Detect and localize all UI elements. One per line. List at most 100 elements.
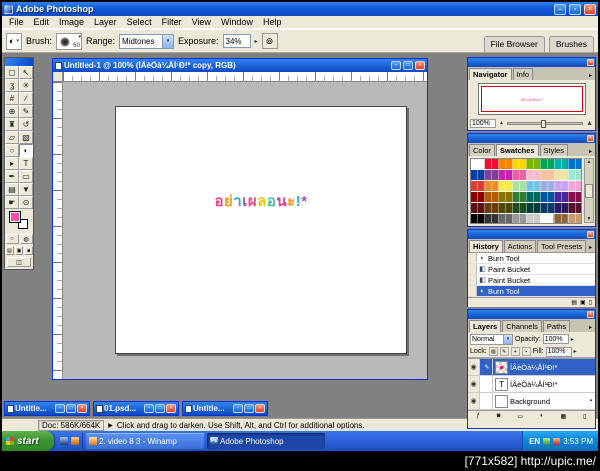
app-titlebar[interactable]: Adobe Photoshop – ▫ × (2, 2, 598, 16)
visibility-eye-icon[interactable]: ◉ (468, 393, 480, 409)
tray-icon[interactable] (553, 437, 561, 445)
pen-tool[interactable]: ✒ (5, 170, 19, 183)
new-layer-button[interactable]: ▦ (561, 413, 567, 420)
tool-preset-picker[interactable]: ◐ ▾ (6, 32, 22, 50)
history-brush-tool[interactable]: ↺ (19, 118, 33, 131)
exposure-input[interactable]: 34% (222, 34, 251, 48)
doc-close-button[interactable]: × (77, 404, 87, 413)
doc-restore-button[interactable]: ▫ (233, 404, 243, 413)
history-item-selected[interactable]: ◐ Burn Tool (468, 286, 595, 297)
type-tool[interactable]: T (19, 157, 33, 170)
history-item[interactable]: ◐ Burn Tool (468, 253, 595, 264)
document-titlebar[interactable]: Untitled-1 @ 100% (ÍÂèÒà¼ÅÍ¹Ð!* copy, RG… (53, 59, 427, 72)
layer-thumbnail[interactable] (495, 394, 508, 408)
navigator-zoom-value[interactable]: 100% (470, 118, 496, 128)
history-source-column[interactable] (468, 286, 477, 296)
menu-file[interactable]: File (4, 17, 29, 27)
new-doc-from-state-button[interactable]: ▤ (571, 299, 577, 306)
opacity-slider-arrow-icon[interactable]: ▸ (571, 336, 574, 343)
history-source-column[interactable] (468, 264, 477, 274)
scrollbar-thumb[interactable] (585, 183, 593, 198)
canvas[interactable]: อย่าเผลอนะ!* (115, 106, 407, 354)
doc-minimize-button[interactable]: – (391, 61, 401, 70)
navigator-preview[interactable]: อย่าเผลอนะ!* (478, 83, 586, 115)
screen-mode-standard-button[interactable]: ▤ (5, 246, 14, 255)
zoom-out-icon[interactable]: ▲ (499, 120, 504, 126)
menu-help[interactable]: Help (258, 17, 287, 27)
close-icon[interactable]: × (587, 135, 594, 142)
burn-tool[interactable]: ◐ (19, 144, 33, 157)
doc-close-button[interactable]: × (415, 61, 425, 70)
doc-maximize-button[interactable]: □ (403, 61, 413, 70)
close-icon[interactable]: × (587, 59, 594, 66)
doc-close-button[interactable]: × (166, 404, 176, 413)
fill-input[interactable]: 100% (545, 346, 572, 357)
layer-row-selected[interactable]: ◉ ✎ ÍÂèÒà¼ÅÍ¹Ð!* (468, 359, 595, 376)
swatch-row[interactable] (471, 203, 581, 214)
lasso-tool[interactable]: ʓ (5, 79, 19, 92)
history-item[interactable]: ◧ Paint Bucket (468, 264, 595, 275)
hand-tool[interactable]: ☛ (5, 196, 19, 209)
palette-titlebar[interactable]: × (468, 310, 595, 319)
swatches-scrollbar[interactable]: ▲ ▼ (584, 158, 594, 223)
swatch-grid[interactable] (470, 158, 582, 224)
quick-launch-icon[interactable] (71, 437, 79, 445)
taskbar-item-photoshop[interactable]: Ps Adobe Photoshop (207, 433, 325, 449)
taskbar-item-winamp[interactable]: 2. video 8 3 - Winamp (86, 433, 204, 449)
minimized-document[interactable]: Untitle... ▫ □ × (182, 401, 268, 416)
brushes-tab[interactable]: Brushes (548, 36, 594, 52)
new-snapshot-button[interactable]: ▣ (580, 299, 586, 306)
blend-mode-select[interactable]: Normal ▾ (470, 333, 513, 345)
crop-tool[interactable]: # (5, 92, 19, 105)
menu-select[interactable]: Select (122, 17, 157, 27)
doc-restore-button[interactable]: ▫ (144, 404, 154, 413)
palette-titlebar[interactable]: × (468, 230, 595, 239)
rectangular-marquee-tool[interactable]: ◻ (5, 66, 19, 79)
tray-icon[interactable] (543, 437, 551, 445)
scroll-down-icon[interactable]: ▼ (587, 216, 592, 222)
palette-menu-icon[interactable]: ▸ (587, 324, 594, 332)
path-selection-tool[interactable]: ▸ (5, 157, 19, 170)
move-tool[interactable]: ↖ (19, 66, 33, 79)
navigator-zoom-slider[interactable] (506, 119, 584, 128)
swatch-row[interactable] (471, 170, 581, 181)
history-source-column[interactable] (468, 253, 477, 263)
brush-tool[interactable]: ✎ (19, 105, 33, 118)
healing-brush-tool[interactable]: ⊕ (5, 105, 19, 118)
notes-tool[interactable]: ▤ (5, 183, 19, 196)
doc-maximize-button[interactable]: □ (66, 404, 76, 413)
new-layer-set-button[interactable]: ▭ (517, 413, 523, 420)
adjustment-layer-button[interactable]: ◐ (540, 413, 544, 419)
layer-row[interactable]: ◉ Background ▪ (468, 393, 595, 410)
tab-tool-presets[interactable]: Tool Presets (537, 240, 586, 252)
eyedropper-tool[interactable]: ▼ (19, 183, 33, 196)
foreground-color-swatch[interactable] (9, 211, 21, 223)
palette-titlebar[interactable]: × (468, 134, 595, 143)
add-layer-mask-button[interactable]: ◙ (497, 413, 501, 419)
opacity-input[interactable]: 100% (542, 334, 569, 344)
screen-mode-menubar-button[interactable]: ▣ (14, 246, 24, 255)
menu-edit[interactable]: Edit (29, 17, 55, 27)
menu-layer[interactable]: Layer (89, 17, 122, 27)
swatch-row[interactable] (471, 159, 581, 170)
doc-restore-button[interactable]: ▫ (55, 404, 65, 413)
slice-tool[interactable]: ∕ (19, 92, 33, 105)
scroll-up-icon[interactable]: ▲ (587, 159, 592, 165)
swatch-row[interactable] (471, 181, 581, 192)
swatch-row[interactable] (471, 192, 581, 203)
fill-slider-arrow-icon[interactable]: ▸ (574, 348, 577, 355)
menu-view[interactable]: View (187, 17, 216, 27)
tab-layers[interactable]: Layers (469, 320, 502, 332)
tab-navigator[interactable]: Navigator (469, 68, 512, 80)
status-arrow-icon[interactable]: ▶ (108, 422, 113, 429)
palette-menu-icon[interactable]: ▸ (587, 72, 594, 80)
delete-state-button[interactable]: ▯ (589, 299, 592, 306)
lock-image-button[interactable]: ✎ (499, 347, 509, 356)
doc-close-button[interactable]: × (255, 404, 265, 413)
file-browser-tab[interactable]: File Browser (483, 36, 545, 52)
visibility-eye-icon[interactable]: ◉ (468, 376, 480, 392)
layer-row[interactable]: ◉ T ÍÂèÒà¼ÅÍ¹Ð!* (468, 376, 595, 393)
slider-handle[interactable] (541, 119, 547, 128)
gradient-tool[interactable]: ▧ (19, 131, 33, 144)
add-layer-style-button[interactable]: ƒ (476, 413, 479, 419)
